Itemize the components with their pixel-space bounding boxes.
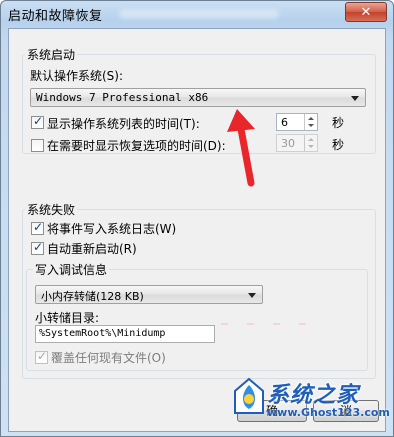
checkmark-icon: ✓ <box>33 240 44 254</box>
overwrite-checkbox: ✓ <box>35 349 48 364</box>
title-bar-blur <box>119 9 279 19</box>
recovery-time-spinner: 30 <box>276 134 318 152</box>
system-startup-title: 系统启动 <box>25 46 78 63</box>
auto-restart-label: 自动重新启动(R) <box>47 242 137 256</box>
window-title: 启动和故障恢复 <box>8 9 103 24</box>
decor-mark <box>273 323 280 325</box>
chevron-down-icon <box>248 293 256 298</box>
watermark-brand: 系统之家 <box>267 383 360 408</box>
spinner-buttons[interactable] <box>304 114 317 130</box>
checkmark-icon: ✓ <box>33 220 44 234</box>
close-button[interactable]: ✕ <box>345 2 387 22</box>
dump-dir-input[interactable]: %SystemRoot%\Minidump <box>35 325 215 343</box>
system-failure-title: 系统失败 <box>25 201 78 218</box>
write-event-log-label: 将事件写入系统日志(W) <box>47 222 177 236</box>
os-list-time-value: 6 <box>281 116 288 129</box>
checkmark-icon: ✓ <box>37 349 48 363</box>
spin-down-icon[interactable] <box>308 124 314 127</box>
dump-dir-label: 小转储目录: <box>35 311 100 325</box>
spinner-buttons-disabled <box>304 135 317 151</box>
show-recovery-checkbox[interactable] <box>31 139 44 152</box>
overwrite-label: 覆盖任何现有文件(O) <box>51 351 166 365</box>
default-os-value: Windows 7 Professional x86 <box>36 91 209 104</box>
spin-up-icon <box>308 138 314 141</box>
dialog-body: 系统启动 默认操作系统(S): Windows 7 Professional x… <box>8 28 386 432</box>
decor-mark <box>299 323 306 325</box>
watermark-url: www.Ghost123.com <box>267 406 390 419</box>
decor-mark <box>247 323 254 325</box>
spin-down-icon <box>308 145 314 148</box>
show-os-list-label: 显示操作系统列表的时间(T): <box>47 117 200 131</box>
checkmark-icon: ✓ <box>33 114 44 128</box>
close-icon: ✕ <box>360 4 372 20</box>
chevron-down-icon <box>351 96 359 101</box>
recovery-time-value: 30 <box>281 137 295 150</box>
spin-up-icon[interactable] <box>308 117 314 120</box>
annotation-arrow-icon <box>227 109 255 187</box>
default-os-label: 默认操作系统(S): <box>30 69 124 83</box>
os-list-time-unit: 秒 <box>332 116 345 130</box>
show-os-list-checkbox[interactable]: ✓ <box>31 114 44 129</box>
debug-info-title: 写入调试信息 <box>33 261 110 278</box>
default-os-dropdown[interactable]: Windows 7 Professional x86 <box>30 88 366 107</box>
title-bar[interactable]: 启动和故障恢复 ✕ <box>1 1 393 25</box>
os-list-time-spinner[interactable]: 6 <box>276 113 318 131</box>
write-event-log-checkbox[interactable]: ✓ <box>31 220 44 235</box>
auto-restart-checkbox[interactable]: ✓ <box>31 240 44 255</box>
dump-dir-value: %SystemRoot%\Minidump <box>39 328 166 339</box>
recovery-time-unit: 秒 <box>332 138 345 152</box>
dump-type-dropdown[interactable]: 小内存转储(128 KB) <box>35 285 263 304</box>
decor-mark <box>221 323 228 325</box>
watermark-logo-icon <box>234 377 264 414</box>
watermark: 系统之家 www.Ghost123.com <box>229 373 391 429</box>
dump-type-value: 小内存转储(128 KB) <box>41 290 144 303</box>
startup-recovery-dialog: 启动和故障恢复 ✕ 系统启动 默认操作系统(S): Windows 7 Prof… <box>0 0 394 437</box>
show-recovery-label: 在需要时显示恢复选项的时间(D): <box>47 139 226 153</box>
